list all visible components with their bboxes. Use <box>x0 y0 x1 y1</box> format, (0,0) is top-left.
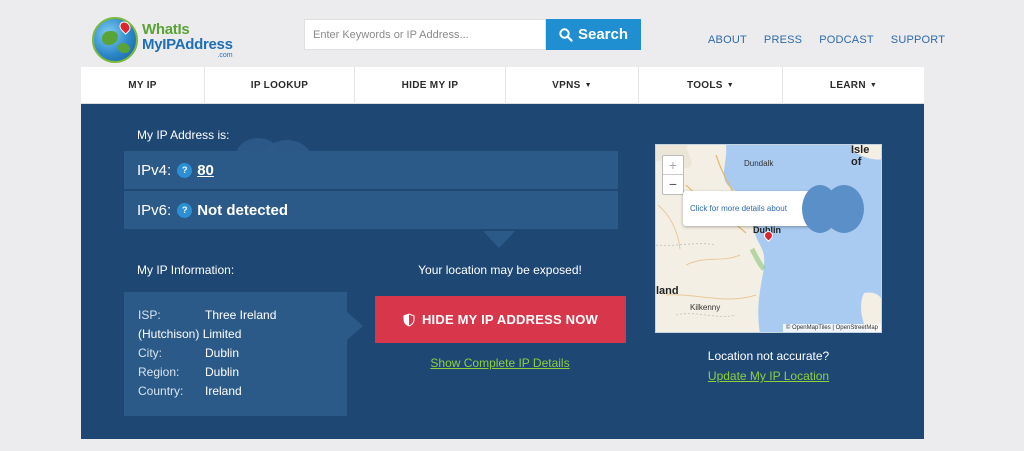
redaction-blob <box>824 185 864 233</box>
shield-icon <box>403 313 415 326</box>
zoom-in-button[interactable]: + <box>663 156 683 175</box>
nav-item-hide-my-ip[interactable]: HIDE MY IP <box>355 67 506 104</box>
map-zoom-control: + − <box>662 155 684 195</box>
info-key: Region: <box>138 365 180 379</box>
speech-pointer <box>347 312 363 340</box>
map-label-dundalk: Dundalk <box>744 159 774 168</box>
zoom-out-button[interactable]: − <box>663 175 683 194</box>
ipv6-value: Not detected <box>197 201 289 219</box>
info-value: Three Ireland <box>205 308 277 322</box>
info-row-country: Country: Ireland <box>138 382 347 401</box>
nav-label: LEARN <box>829 80 866 91</box>
info-key: City: <box>138 346 162 360</box>
top-link-podcast[interactable]: PODCAST <box>819 34 874 46</box>
exposed-warning: Your location may be exposed! <box>418 263 582 277</box>
nav-item-my-ip[interactable]: MY IP <box>81 67 205 104</box>
caret-down-icon: ▼ <box>584 82 592 89</box>
info-key: Country: <box>138 384 184 398</box>
caret-down-icon: ▼ <box>726 82 734 89</box>
search-input[interactable] <box>304 19 546 50</box>
help-icon[interactable]: ? <box>177 202 193 218</box>
search-icon <box>559 27 573 42</box>
nav-label: TOOLS <box>687 80 723 91</box>
ipv6-label: IPv6: <box>137 201 172 219</box>
search-button-label: Search <box>577 26 629 43</box>
ip-heading: My IP Address is: <box>137 128 230 142</box>
map-label-ireland: land <box>656 285 679 297</box>
top-link-about[interactable]: ABOUT <box>708 34 747 46</box>
location-not-accurate: Location not accurate? <box>707 349 830 363</box>
site-logo[interactable]: WhatIs MyIPAddress .com <box>92 14 242 66</box>
info-value-cont: (Hutchison) Limited <box>138 327 242 341</box>
nav-label: HIDE MY IP <box>401 80 459 91</box>
logo-wordmark: WhatIs MyIPAddress .com <box>142 22 233 59</box>
main-nav: MY IP IP LOOKUP HIDE MY IP VPNS ▼ TOOLS ▼ … <box>81 67 924 104</box>
hide-my-ip-label: HIDE MY IP ADDRESS NOW <box>421 312 599 327</box>
ipv6-row: IPv6: ? Not detected <box>124 191 618 229</box>
info-key: ISP: <box>138 308 161 322</box>
logo-line2: MyIPAddress <box>142 35 233 53</box>
ipv4-value[interactable]: 80 <box>197 162 214 179</box>
hide-my-ip-button[interactable]: HIDE MY IP ADDRESS NOW <box>375 296 626 343</box>
info-heading: My IP Information: <box>137 263 235 277</box>
top-link-support[interactable]: SUPPORT <box>891 34 945 46</box>
map-popup-text: Click for more details about <box>690 204 787 213</box>
info-row-region: Region: Dublin <box>138 363 347 382</box>
logo-line1: WhatIs <box>142 20 190 38</box>
nav-item-tools[interactable]: TOOLS ▼ <box>639 67 783 104</box>
ip-info-box: ISP: Three Ireland (Hutchison) Limited C… <box>124 292 347 416</box>
search-bar: Search <box>304 19 641 50</box>
map-label-kilkenny: Kilkenny <box>690 303 721 312</box>
info-value: Ireland <box>205 384 242 398</box>
logo-suffix: .com <box>217 51 233 59</box>
speech-pointer <box>483 231 515 248</box>
top-link-press[interactable]: PRESS <box>764 34 802 46</box>
nav-label: VPNS <box>552 80 581 91</box>
top-links: ABOUT PRESS PODCAST SUPPORT <box>708 34 962 46</box>
info-row-isp: ISP: Three Ireland <box>138 306 347 325</box>
nav-item-vpns[interactable]: VPNS ▼ <box>506 67 639 104</box>
help-icon[interactable]: ? <box>177 162 193 178</box>
nav-label: MY IP <box>128 80 157 91</box>
map-label-isle: Isle of <box>851 144 870 168</box>
info-value: Dublin <box>205 346 240 360</box>
page: WhatIs MyIPAddress .com Search ABOUT PRE… <box>0 0 1024 451</box>
caret-down-icon: ▼ <box>869 82 878 89</box>
map-attribution[interactable]: © OpenMapTiles | OpenStreetMap <box>782 324 881 332</box>
search-button[interactable]: Search <box>546 19 641 50</box>
location-map[interactable]: + − Dundalk Isle of Click for more detai… <box>655 144 882 333</box>
nav-item-ip-lookup[interactable]: IP LOOKUP <box>205 67 355 104</box>
info-value: Dublin <box>205 365 240 379</box>
ip-panel: My IP Address is: IPv4: ? 80 IPv6: ? Not… <box>81 104 924 439</box>
nav-label: IP LOOKUP <box>250 80 309 91</box>
ipv4-label: IPv4: <box>137 161 172 179</box>
show-details-link[interactable]: Show Complete IP Details <box>374 356 626 370</box>
info-row-city: City: Dublin <box>138 344 347 363</box>
ipv4-row: IPv4: ? 80 <box>124 151 618 189</box>
update-location-link[interactable]: Update My IP Location <box>655 369 882 383</box>
nav-item-learn[interactable]: LEARN ▼ <box>783 67 924 104</box>
globe-icon <box>92 17 138 63</box>
